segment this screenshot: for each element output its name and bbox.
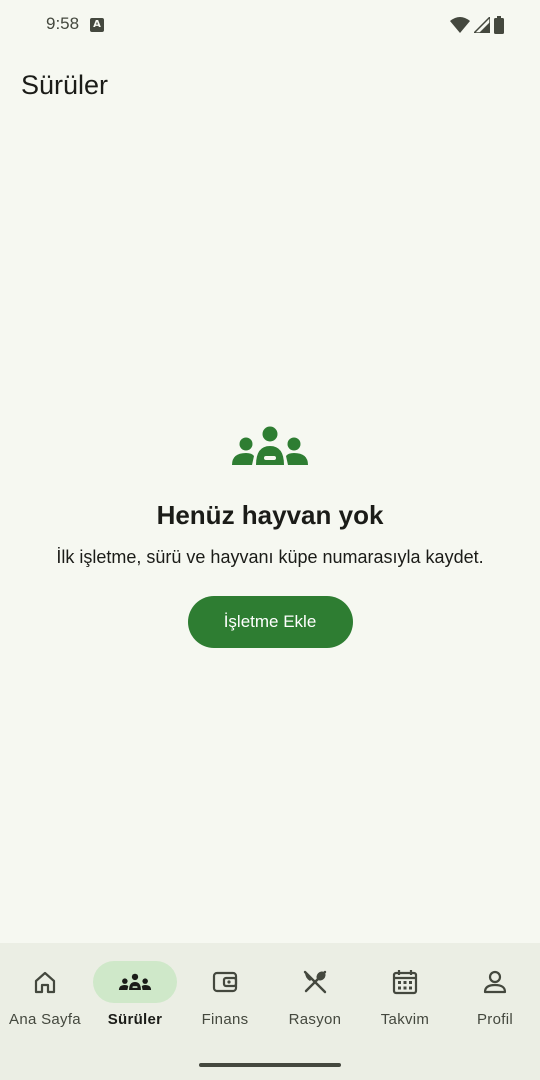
nav-label: Sürüler [107,1011,163,1028]
status-time: 9:58 [46,14,80,33]
empty-state-description: İlk işletme, sürü ve hayvanı küpe numara… [56,547,484,567]
person-icon [483,970,507,994]
battery-icon [494,16,504,34]
status-icons [450,15,504,35]
nav-item-finance[interactable]: Finans [180,961,270,1028]
nav-item-profile[interactable]: Profil [450,961,540,1028]
wallet-icon [212,971,238,993]
nav-icon-container [93,961,177,1003]
nav-icon-container [453,961,537,1003]
nav-label: Rasyon [288,1011,342,1028]
add-business-button[interactable]: İşletme Ekle [187,596,353,648]
groups-icon [232,426,308,465]
empty-state: Henüz hayvan yok İlk işletme, sürü ve ha… [0,420,540,648]
bottom-navigation: Ana Sayfa Sürüler Finans Rasyon Takvim P… [0,943,540,1080]
home-icon [34,971,56,994]
groups-icon [118,973,152,991]
nav-label: Takvim [380,1011,430,1028]
utensils-icon [303,970,327,994]
nav-label: Profil [477,1011,513,1028]
empty-state-title: Henüz hayvan yok [156,500,384,530]
nav-item-ration[interactable]: Rasyon [270,961,360,1028]
a-notification-icon: A [90,18,104,32]
nav-item-calendar[interactable]: Takvim [360,961,450,1028]
wifi-icon [450,17,470,33]
nav-icon-container [273,961,357,1003]
signal-icon [474,17,490,33]
page-title: Sürüler [21,70,109,100]
nav-icon-container [363,961,447,1003]
home-indicator[interactable] [199,1063,341,1067]
nav-icon-container [3,961,87,1003]
calendar-icon [392,970,418,995]
nav-label: Finans [201,1011,249,1028]
nav-item-home[interactable]: Ana Sayfa [0,961,90,1028]
nav-item-herds[interactable]: Sürüler [90,961,180,1028]
nav-icon-container [183,961,267,1003]
status-bar: 9:58 A [0,0,540,50]
nav-label: Ana Sayfa [9,1011,81,1028]
